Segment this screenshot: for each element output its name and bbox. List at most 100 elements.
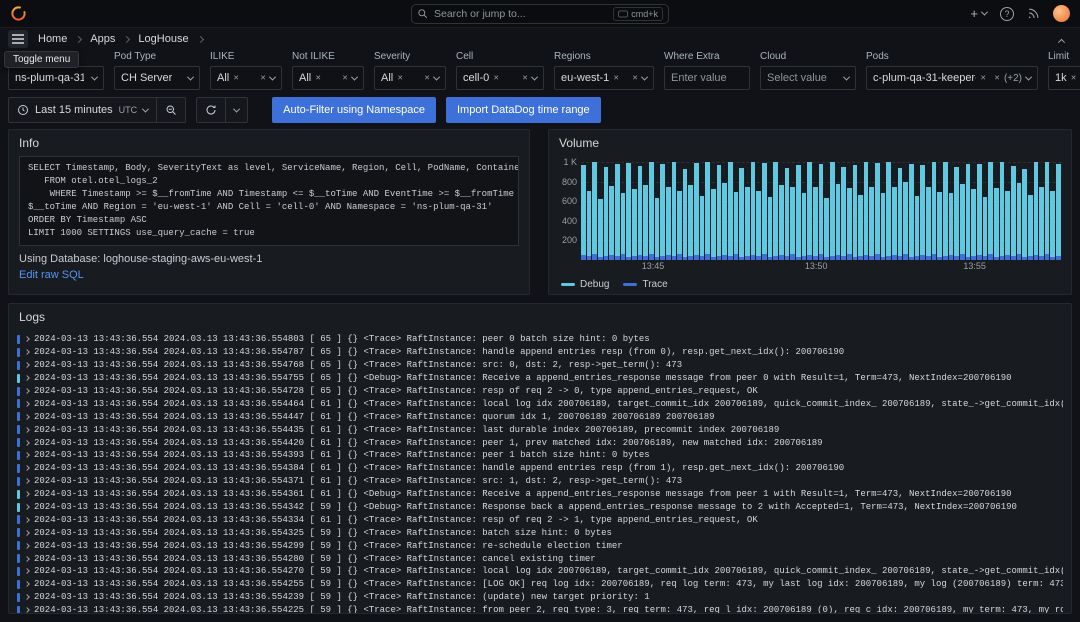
log-row[interactable]: 2024-03-13 13:43:36.554 2024.03.13 13:43…	[17, 501, 1063, 514]
volume-bar[interactable]	[581, 165, 586, 260]
volume-bar[interactable]	[813, 187, 818, 261]
filter-control[interactable]: All✕✕	[210, 66, 282, 90]
log-row[interactable]: 2024-03-13 13:43:36.554 2024.03.13 13:43…	[17, 436, 1063, 449]
expand-chevron-icon[interactable]	[25, 531, 29, 535]
filter-control[interactable]: CH Server	[114, 66, 200, 90]
breadcrumb-item-home[interactable]: Home	[38, 33, 67, 45]
volume-bar[interactable]	[722, 183, 727, 260]
expand-chevron-icon[interactable]	[25, 608, 29, 612]
expand-chevron-icon[interactable]	[25, 544, 29, 548]
expand-chevron-icon[interactable]	[25, 453, 29, 457]
volume-bar[interactable]	[604, 167, 609, 260]
clear-all-icon[interactable]: ✕	[632, 75, 638, 82]
filter-control[interactable]: All✕✕	[292, 66, 364, 90]
filter-control[interactable]: All✕✕	[374, 66, 446, 90]
volume-bar[interactable]	[734, 192, 739, 260]
volume-bar[interactable]	[592, 162, 597, 260]
volume-bar[interactable]	[841, 167, 846, 260]
expand-chevron-icon[interactable]	[25, 518, 29, 522]
log-row[interactable]: 2024-03-13 13:43:36.554 2024.03.13 13:43…	[17, 488, 1063, 501]
chip-remove-icon[interactable]: ✕	[1071, 75, 1077, 82]
volume-bar[interactable]	[796, 165, 801, 260]
filter-input[interactable]	[671, 72, 743, 84]
chip-remove-icon[interactable]: ✕	[315, 75, 321, 82]
clear-all-icon[interactable]: ✕	[342, 75, 348, 82]
log-row[interactable]: 2024-03-13 13:43:36.554 2024.03.13 13:43…	[17, 359, 1063, 372]
log-row[interactable]: 2024-03-13 13:43:36.554 2024.03.13 13:43…	[17, 423, 1063, 436]
volume-bar[interactable]	[756, 191, 761, 260]
volume-bar[interactable]	[886, 162, 891, 260]
breadcrumb-item-loghouse[interactable]: LogHouse	[138, 33, 188, 45]
auto-filter-namespace-button[interactable]: Auto-Filter using Namespace	[272, 97, 436, 123]
volume-bar[interactable]	[1045, 162, 1050, 260]
volume-bar[interactable]	[898, 168, 903, 260]
log-row[interactable]: 2024-03-13 13:43:36.554 2024.03.13 13:43…	[17, 372, 1063, 385]
grafana-logo-icon[interactable]	[10, 5, 27, 22]
volume-bar[interactable]	[836, 184, 841, 260]
volume-bar[interactable]	[966, 164, 971, 260]
add-button[interactable]: +	[970, 7, 987, 20]
expand-chevron-icon[interactable]	[25, 505, 29, 509]
volume-bar[interactable]	[773, 162, 778, 260]
volume-bar[interactable]	[660, 164, 665, 260]
log-row[interactable]: 2024-03-13 13:43:36.554 2024.03.13 13:43…	[17, 513, 1063, 526]
volume-bar[interactable]	[830, 162, 835, 260]
volume-bar[interactable]	[626, 163, 631, 260]
volume-bar[interactable]	[926, 187, 931, 261]
expand-chevron-icon[interactable]	[25, 582, 29, 586]
menu-toggle-button[interactable]	[8, 30, 28, 48]
volume-bar[interactable]	[853, 165, 858, 260]
volume-bar[interactable]	[1022, 169, 1027, 260]
refresh-interval-dropdown[interactable]	[225, 98, 247, 122]
volume-bar[interactable]	[824, 198, 829, 260]
filter-control[interactable]: eu-west-1✕✕	[554, 66, 654, 90]
expand-chevron-icon[interactable]	[25, 415, 29, 419]
expand-chevron-icon[interactable]	[25, 363, 29, 367]
volume-bar[interactable]	[937, 192, 942, 260]
volume-bar[interactable]	[717, 165, 722, 260]
chip-remove-icon[interactable]: ✕	[233, 75, 239, 82]
volume-bar[interactable]	[858, 195, 863, 260]
volume-bar[interactable]	[943, 162, 948, 260]
volume-bar[interactable]	[745, 187, 750, 260]
volume-bar[interactable]	[1034, 162, 1039, 260]
log-row[interactable]: 2024-03-13 13:43:36.554 2024.03.13 13:43…	[17, 397, 1063, 410]
help-icon[interactable]: ?	[1000, 7, 1014, 21]
info-panel-title[interactable]: Info	[9, 130, 529, 156]
filter-control[interactable]: ns-plum-qa-31	[8, 66, 104, 90]
expand-chevron-icon[interactable]	[25, 569, 29, 573]
volume-bar[interactable]	[700, 196, 705, 260]
volume-bar[interactable]	[615, 164, 620, 260]
log-row[interactable]: 2024-03-13 13:43:36.554 2024.03.13 13:43…	[17, 462, 1063, 475]
expand-chevron-icon[interactable]	[25, 492, 29, 496]
clear-all-icon[interactable]: ✕	[260, 75, 266, 82]
volume-bar[interactable]	[779, 185, 784, 260]
expand-chevron-icon[interactable]	[25, 428, 29, 432]
log-row[interactable]: 2024-03-13 13:43:36.554 2024.03.13 13:43…	[17, 333, 1063, 346]
volume-bar[interactable]	[711, 189, 716, 260]
log-row[interactable]: 2024-03-13 13:43:36.554 2024.03.13 13:43…	[17, 410, 1063, 423]
log-row[interactable]: 2024-03-13 13:43:36.554 2024.03.13 13:43…	[17, 578, 1063, 591]
volume-bar[interactable]	[677, 191, 682, 260]
volume-bar[interactable]	[903, 182, 908, 260]
filter-control[interactable]: cell-0✕✕	[456, 66, 544, 90]
chip-remove-icon[interactable]: ✕	[613, 75, 619, 82]
volume-bar[interactable]	[768, 197, 773, 260]
log-row[interactable]: 2024-03-13 13:43:36.554 2024.03.13 13:43…	[17, 346, 1063, 359]
import-datadog-button[interactable]: Import DataDog time range	[446, 97, 601, 123]
volume-bar[interactable]	[869, 187, 874, 260]
expand-chevron-icon[interactable]	[25, 376, 29, 380]
log-row[interactable]: 2024-03-13 13:43:36.554 2024.03.13 13:43…	[17, 526, 1063, 539]
volume-bar[interactable]	[920, 165, 925, 260]
log-row[interactable]: 2024-03-13 13:43:36.554 2024.03.13 13:43…	[17, 591, 1063, 604]
legend-item-debug[interactable]: Debug	[561, 279, 609, 290]
volume-bar[interactable]	[819, 164, 824, 260]
volume-bar[interactable]	[1056, 164, 1061, 260]
volume-bar[interactable]	[1017, 183, 1022, 260]
logs-panel-title[interactable]: Logs	[9, 304, 1071, 330]
volume-bar[interactable]	[977, 164, 982, 260]
chip-remove-icon[interactable]: ✕	[493, 75, 499, 82]
expand-chevron-icon[interactable]	[25, 557, 29, 561]
volume-bar[interactable]	[988, 162, 993, 260]
clear-all-icon[interactable]: ✕	[522, 75, 528, 82]
